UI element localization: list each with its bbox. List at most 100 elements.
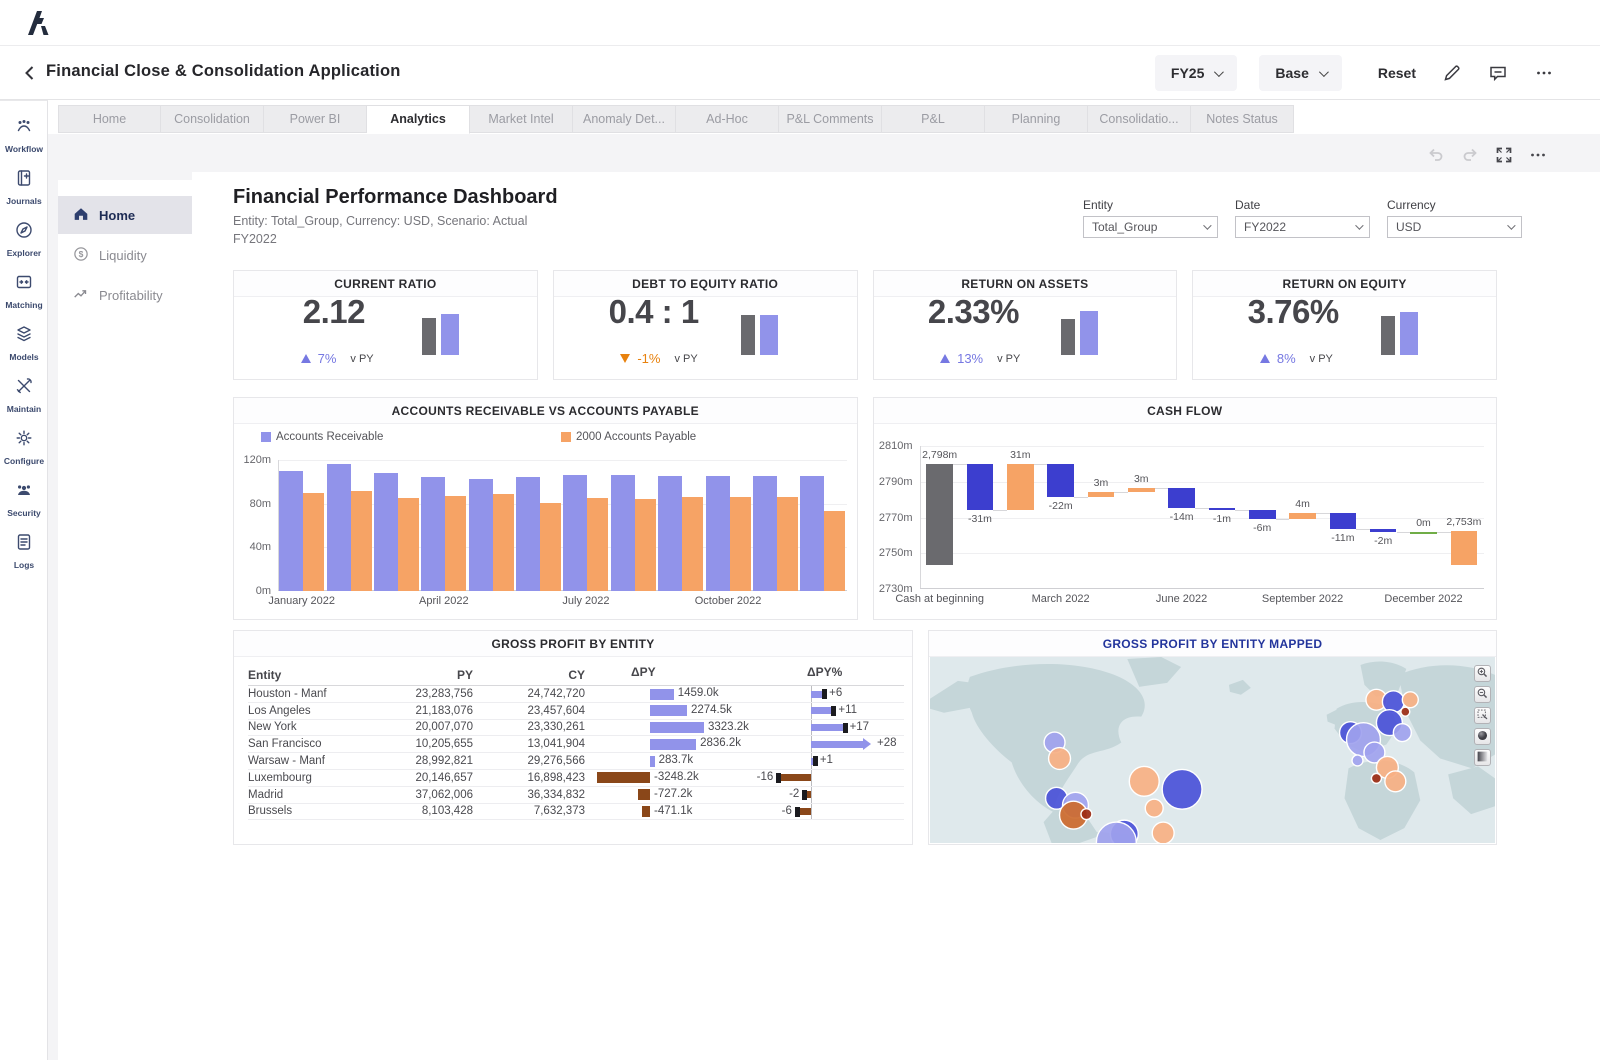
dpyp-bar [811,724,843,732]
base-currency-dropdown[interactable]: Base [1259,55,1342,91]
table-row-brussels[interactable]: Brussels 8,103,428 7,632,373 -471.1k -6 [248,803,904,821]
rail-item-journals[interactable]: Journals [0,161,48,213]
map-marquee-zoom-button[interactable] [1474,707,1491,724]
back-button[interactable] [20,63,40,83]
table-row-los-angeles[interactable]: Los Angeles 21,183,076 23,457,604 2274.5k +1… [248,702,904,720]
map-zoom-out-button[interactable] [1474,686,1491,703]
tab-p-l-comments[interactable]: P&L Comments [779,105,882,133]
currency-filter-label: Currency [1387,198,1436,212]
cell-entity: Houston - Manf [248,687,327,700]
reset-button[interactable]: Reset [1378,65,1416,81]
dpyp-value-label: -6 [781,804,792,817]
tab-consolidation[interactable]: Consolidation [161,105,264,133]
gradient-layer-icon [1476,750,1489,766]
payable-bar [445,496,467,591]
tab-consolidatio[interactable]: Consolidatio... [1088,105,1191,133]
table-row-san-francisco[interactable]: San Francisco 10,205,655 13,041,904 2836.2k… [248,736,904,754]
waterfall-bar [1047,463,1074,497]
tab-anomaly-det[interactable]: Anomaly Det... [573,105,676,133]
tab-ad-hoc[interactable]: Ad-Hoc [676,105,779,133]
fullscreen-expand-icon[interactable] [1494,145,1514,165]
waterfall-connector [1356,529,1370,531]
kpi-card-current-ratio: CURRENT RATIO 2.12 7% v PY [233,270,538,380]
x-axis-label: January 2022 [268,595,336,607]
map-controls [1474,665,1491,770]
receivable-bar [800,476,825,591]
dpyp-value-label: -16 [756,770,774,783]
more-options-icon[interactable] [1534,63,1554,83]
rail-item-explorer[interactable]: Explorer [0,213,48,265]
bar-group-november-2022 [752,460,799,591]
kpi-cy-bar [760,315,779,355]
kpi-cy-bar [1080,311,1099,355]
table-row-houston-manf[interactable]: Houston - Manf 23,283,756 24,742,720 1459.0… [248,686,904,703]
table-row-new-york[interactable]: New York 20,007,070 23,330,261 3323.2k +17 [248,719,904,737]
fiscal-year-dropdown[interactable]: FY25 [1154,55,1238,91]
rail-item-security[interactable]: Security [0,473,48,525]
kpi-delta: 8% v PY [1259,351,1333,366]
bar-group-june-2022 [515,460,562,591]
tab-power-bi[interactable]: Power BI [264,105,367,133]
waterfall-bar-label: -2m [1374,535,1393,548]
rail-item-models[interactable]: Models [0,317,48,369]
dpyp-arrowhead [863,738,871,751]
receivable-bar [373,473,398,591]
rail-item-label: Security [7,508,41,518]
entity-filter-select[interactable]: Total_Group [1083,216,1218,238]
sidebar-item-home[interactable]: Home [58,196,192,234]
matching-icon [14,272,34,297]
payable-bar [397,498,419,591]
legend-label: Accounts Receivable [276,431,384,443]
undo-icon[interactable] [1426,145,1446,165]
rail-item-configure[interactable]: Configure [0,421,48,473]
comment-icon[interactable] [1488,63,1508,83]
redo-icon[interactable] [1460,145,1480,165]
cell-dpyp: +11 [765,702,890,719]
table-title: GROSS PROFIT BY ENTITY [234,631,912,657]
tab-planning[interactable]: Planning [985,105,1088,133]
cell-py: 20,007,070 [415,721,473,734]
dpyp-cap-marker [794,806,800,817]
dpyp-value-label: +6 [829,687,843,699]
app-title: Financial Close & Consolidation Applicat… [46,62,401,80]
workflow-icon [14,116,34,141]
kpi-py-bar [1380,316,1395,355]
table-header-row: Entity PY CY ΔPY ΔPY% [248,665,904,686]
map-zoom-in-button[interactable] [1474,665,1491,682]
sidebar-item-liquidity[interactable]: $ Liquidity [58,236,192,274]
rail-item-matching[interactable]: Matching [0,265,48,317]
waterfall-bar [1168,487,1195,509]
rail-item-logs[interactable]: Logs [0,525,48,577]
y-axis-tick: 40m [249,541,271,554]
rail-item-maintain[interactable]: Maintain [0,369,48,421]
table-row-luxembourg[interactable]: Luxembourg 20,146,657 16,898,423 -3248.2k -1… [248,769,904,787]
dpyp-bar [811,740,863,748]
title-actions: FY25 Base Reset [1154,55,1554,91]
tab-p-l[interactable]: P&L [882,105,985,133]
table-row-warsaw-manf[interactable]: Warsaw - Manf 28,992,821 29,276,566 283.7k +… [248,753,904,770]
tab-notes-status[interactable]: Notes Status [1191,105,1294,133]
dpyp-bar [799,808,811,816]
map-heatmap-button[interactable] [1474,749,1491,766]
dashboard-more-icon[interactable] [1528,145,1548,165]
bottom-row: GROSS PROFIT BY ENTITY Entity PY CY ΔPY ΔPY%… [233,630,1497,845]
tab-analytics[interactable]: Analytics [367,105,470,134]
map-bubble [1392,722,1412,743]
entity-filter-value: Total_Group [1092,220,1158,234]
dpy-value-label: -727.2k [654,787,693,800]
rail-item-workflow[interactable]: Workflow [0,109,48,161]
kpi-cy-bar [440,314,459,355]
map-bubble [1047,746,1072,771]
date-filter-select[interactable]: FY2022 [1235,216,1370,238]
tab-market-intel[interactable]: Market Intel [470,105,573,133]
rail-item-label: Workflow [4,144,44,154]
table-row-madrid[interactable]: Madrid 37,062,006 36,334,832 -727.2k -2 [248,786,904,804]
map-globe-button[interactable] [1474,728,1491,745]
tab-home[interactable]: Home [58,105,161,133]
edit-pencil-icon[interactable] [1442,63,1462,83]
legend-label: 2000 Accounts Payable [576,431,697,443]
cell-cy: 16,898,423 [527,771,585,784]
sidebar-item-profitability[interactable]: Profitability [58,276,192,314]
app-logo[interactable] [24,9,52,37]
currency-filter-select[interactable]: USD [1387,216,1522,238]
